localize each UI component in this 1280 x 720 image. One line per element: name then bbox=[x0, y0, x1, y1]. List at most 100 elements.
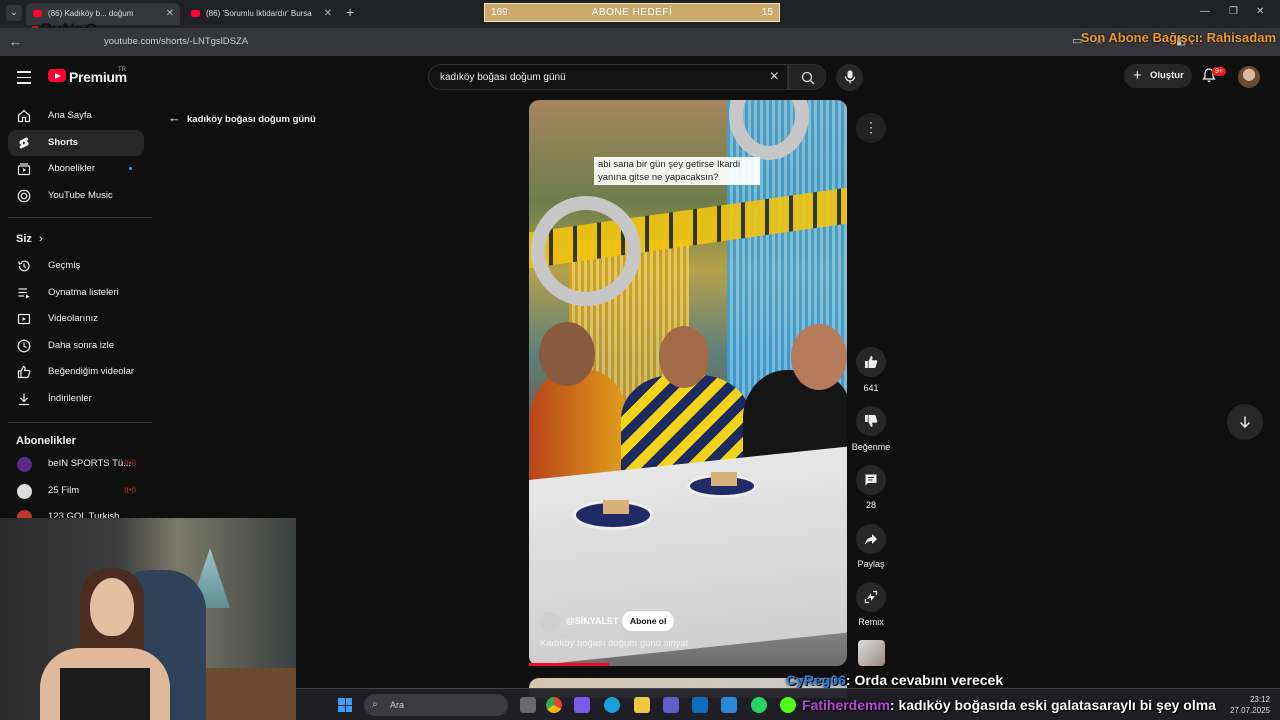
sidebar-item-youtube-music[interactable]: YouTube Music bbox=[8, 183, 144, 209]
url-field[interactable]: youtube.com/shorts/-LNTgslDSZA bbox=[104, 36, 248, 47]
download-icon bbox=[19, 393, 29, 406]
subscriptions-icon bbox=[17, 163, 31, 176]
like-button[interactable] bbox=[856, 347, 886, 377]
windows-start-icon[interactable] bbox=[338, 698, 352, 712]
more-options-button[interactable]: ⋮ bbox=[856, 113, 886, 143]
clock-icon bbox=[17, 339, 31, 353]
whatsapp-icon[interactable] bbox=[751, 697, 767, 713]
youtube-favicon-icon bbox=[191, 10, 200, 17]
sidebar-item-label: beIN SPORTS Tü... bbox=[48, 458, 132, 469]
streamer-top bbox=[60, 668, 150, 720]
your-videos-icon bbox=[17, 313, 31, 325]
youtube-header: Premium TR kadıköy boğası doğum günü × +… bbox=[0, 56, 1280, 100]
chat-username: CyReg06 bbox=[786, 672, 846, 688]
chat-text: : kadıköy boğasıda eski galatasaraylı bi… bbox=[889, 697, 1216, 713]
close-tab-icon[interactable]: ✕ bbox=[166, 3, 174, 25]
back-arrow-icon[interactable]: ← bbox=[9, 34, 22, 49]
sidebar-item-label: Geçmiş bbox=[48, 260, 81, 271]
sidebar-item-label: Ana Sayfa bbox=[48, 110, 92, 121]
system-clock[interactable]: 23:12 27.07.2025 bbox=[1230, 694, 1270, 716]
kick-icon[interactable] bbox=[780, 697, 796, 713]
chat-username: Fatiherdemm bbox=[802, 697, 890, 713]
search-context-title: kadıköy boğası doğum günü bbox=[187, 114, 316, 125]
sound-source-thumbnail[interactable] bbox=[858, 640, 885, 666]
balloon-number bbox=[531, 196, 641, 306]
sidebar-item-liked-videos[interactable]: Beğendiğim videolar bbox=[8, 359, 144, 385]
dislike-button[interactable] bbox=[856, 406, 886, 436]
history-icon bbox=[17, 260, 30, 272]
tab-search-button[interactable]: ⌄ bbox=[6, 5, 22, 21]
arrow-down-icon bbox=[1239, 416, 1251, 429]
video-caption-overlay: abi sana bir gün şey getirse Ikardi yanı… bbox=[594, 157, 760, 185]
teams-icon[interactable] bbox=[663, 697, 679, 713]
search-box[interactable]: kadıköy boğası doğum günü × bbox=[428, 64, 788, 90]
video-title[interactable]: Kadıköy boğası doğum günü sinyal bbox=[540, 638, 688, 649]
file-explorer-icon[interactable] bbox=[634, 697, 650, 713]
thumbs-up-icon bbox=[17, 365, 31, 379]
task-view-icon[interactable] bbox=[520, 697, 536, 713]
taskbar-search[interactable]: ⌕ Ara bbox=[364, 694, 508, 716]
create-button[interactable]: + Oluştur bbox=[1124, 64, 1192, 88]
brand-region: TR bbox=[118, 67, 126, 73]
last-donor-banner: Son Abone Bağışçı: Rahisadam bbox=[1080, 30, 1276, 45]
clear-search-icon[interactable]: × bbox=[770, 68, 779, 86]
sidebar-item-subscriptions[interactable]: Abonelikler bbox=[8, 156, 144, 182]
maximize-button[interactable]: ❐ bbox=[1229, 6, 1238, 17]
edge-icon[interactable] bbox=[604, 697, 620, 713]
outlook-icon[interactable] bbox=[692, 697, 708, 713]
youtube-logo-icon[interactable] bbox=[48, 69, 66, 82]
shorts-icon bbox=[19, 137, 29, 149]
notification-count-badge: 9+ bbox=[1212, 67, 1226, 76]
streamer-face bbox=[90, 578, 134, 636]
channel-name[interactable]: @SİNYALET bbox=[566, 616, 618, 626]
sidebar-item-shorts[interactable]: Shorts bbox=[8, 130, 144, 156]
search-input[interactable]: kadıköy boğası doğum günü bbox=[440, 72, 566, 83]
tab-bursa[interactable]: (86) 'Sorumlu İktidardır' Bursa ✕ bbox=[184, 3, 338, 25]
chrome-icon[interactable] bbox=[546, 697, 562, 713]
sidebar-item-history[interactable]: Geçmiş bbox=[8, 253, 144, 279]
voice-search-button[interactable] bbox=[836, 64, 863, 91]
sidebar-item-watch-later[interactable]: Daha sonra izle bbox=[8, 333, 144, 359]
video-progress-bar[interactable] bbox=[529, 663, 609, 666]
you-heading-text: Siz bbox=[16, 233, 32, 245]
comment-icon bbox=[865, 474, 877, 486]
cake-slice bbox=[603, 500, 629, 514]
remix-icon bbox=[864, 590, 878, 604]
share-button[interactable] bbox=[856, 524, 886, 554]
sidebar-divider bbox=[8, 217, 152, 218]
sidebar-item-label: Daha sonra izle bbox=[48, 340, 115, 351]
thumbs-up-icon bbox=[865, 356, 878, 368]
comments-button[interactable] bbox=[856, 465, 886, 495]
live-indicator-icon: ((•)) bbox=[124, 460, 136, 467]
channel-avatar bbox=[17, 457, 32, 472]
chat-message: Fatiherdemm: kadıköy boğasıda eski galat… bbox=[802, 697, 1216, 713]
channel-avatar[interactable] bbox=[540, 612, 560, 632]
store-icon[interactable] bbox=[721, 697, 737, 713]
webcam-overlay bbox=[0, 518, 296, 720]
menu-icon[interactable] bbox=[17, 71, 31, 88]
remix-button[interactable] bbox=[856, 582, 886, 612]
sidebar-sub-bein-sports[interactable]: beIN SPORTS Tü... ((•)) bbox=[8, 451, 144, 477]
minimize-button[interactable]: — bbox=[1200, 6, 1210, 17]
search-button[interactable] bbox=[788, 64, 826, 90]
account-avatar[interactable] bbox=[1238, 66, 1260, 88]
shorts-search-back[interactable]: ← kadıköy boğası doğum günü bbox=[168, 110, 316, 125]
sidebar-item-home[interactable]: Ana Sayfa bbox=[8, 103, 144, 129]
sidebar-item-your-videos[interactable]: Videolarınız bbox=[8, 306, 144, 332]
sidebar-sub-25-film[interactable]: 25 Film ((•)) bbox=[8, 478, 144, 504]
copilot-icon[interactable] bbox=[574, 697, 590, 713]
comment-count: 28 bbox=[865, 500, 876, 510]
like-count: 641 bbox=[863, 383, 879, 393]
subscribe-button[interactable]: Abone ol bbox=[622, 611, 675, 631]
next-short-button[interactable] bbox=[1227, 404, 1263, 440]
sidebar-item-playlists[interactable]: Oynatma listeleri bbox=[8, 280, 144, 306]
close-tab-icon[interactable]: ✕ bbox=[324, 3, 332, 25]
sidebar-item-downloads[interactable]: İndirilenler bbox=[8, 386, 144, 412]
goal-title: ABONE HEDEFİ bbox=[591, 7, 673, 18]
sidebar-you-heading[interactable]: Siz › bbox=[16, 233, 43, 245]
sidebar-subscriptions-heading: Abonelikler bbox=[16, 435, 76, 447]
close-window-button[interactable]: ✕ bbox=[1256, 6, 1264, 17]
new-tab-button[interactable]: + bbox=[346, 4, 354, 20]
cake-slice bbox=[711, 472, 737, 486]
chat-text: : Orda cevabını verecek bbox=[845, 672, 1004, 688]
